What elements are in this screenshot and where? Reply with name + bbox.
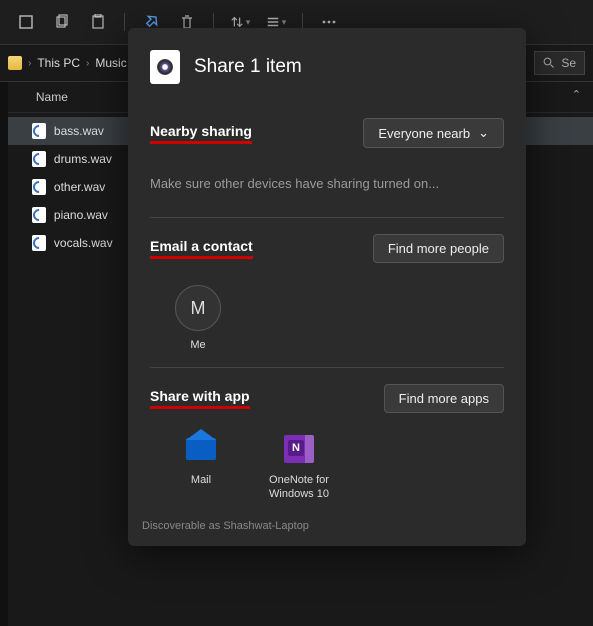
search-placeholder: Se bbox=[561, 56, 576, 70]
nearby-label: Nearby sharing bbox=[150, 123, 252, 144]
avatar: M bbox=[175, 285, 221, 331]
breadcrumb[interactable]: This PC › Music bbox=[37, 56, 126, 70]
breadcrumb-root[interactable]: This PC bbox=[37, 56, 80, 70]
find-apps-button[interactable]: Find more apps bbox=[384, 384, 504, 413]
share-header: Share 1 item bbox=[128, 28, 526, 102]
chevron-up-icon[interactable]: ⌃ bbox=[572, 88, 581, 101]
column-name[interactable]: Name bbox=[36, 90, 68, 104]
onenote-icon bbox=[284, 435, 314, 463]
nearby-dropdown-value: Everyone nearb bbox=[378, 126, 470, 141]
search-input[interactable]: Se bbox=[534, 51, 585, 75]
email-label: Email a contact bbox=[150, 238, 253, 259]
audio-file-icon bbox=[32, 151, 46, 167]
apps-section: Share with app Find more apps Mail OneNo… bbox=[128, 384, 526, 510]
file-name: other.wav bbox=[54, 180, 105, 194]
file-name: bass.wav bbox=[54, 124, 104, 138]
chevron-right-icon: › bbox=[28, 58, 31, 69]
audio-file-icon bbox=[32, 179, 46, 195]
new-icon[interactable] bbox=[12, 8, 40, 36]
audio-file-icon bbox=[32, 123, 46, 139]
share-item-icon bbox=[150, 50, 180, 84]
contact-tile[interactable]: M Me bbox=[168, 285, 228, 351]
mail-icon bbox=[186, 438, 216, 460]
nearby-section: Nearby sharing Everyone nearb ⌄ Make sur… bbox=[128, 118, 526, 191]
nearby-dropdown[interactable]: Everyone nearb ⌄ bbox=[363, 118, 504, 148]
search-icon bbox=[543, 57, 555, 69]
app-name: Mail bbox=[191, 473, 211, 487]
breadcrumb-folder[interactable]: Music bbox=[95, 56, 126, 70]
audio-file-icon bbox=[32, 235, 46, 251]
chevron-down-icon: ⌄ bbox=[478, 125, 489, 141]
audio-file-icon bbox=[32, 207, 46, 223]
sidebar-edge[interactable] bbox=[0, 82, 8, 626]
share-footer: Discoverable as Shashwat-Laptop bbox=[128, 510, 526, 532]
divider bbox=[124, 13, 125, 31]
divider bbox=[150, 217, 504, 218]
find-people-button[interactable]: Find more people bbox=[373, 234, 504, 263]
share-dialog: Share 1 item Nearby sharing Everyone nea… bbox=[128, 28, 526, 546]
app-tile-onenote[interactable]: OneNote for Windows 10 bbox=[260, 435, 338, 502]
apps-label: Share with app bbox=[150, 388, 250, 409]
app-name: OneNote for Windows 10 bbox=[260, 473, 338, 502]
paste-icon[interactable] bbox=[84, 8, 112, 36]
app-tile-mail[interactable]: Mail bbox=[162, 435, 240, 502]
share-title: Share 1 item bbox=[194, 56, 302, 78]
file-name: vocals.wav bbox=[54, 236, 113, 250]
copy-icon[interactable] bbox=[48, 8, 76, 36]
file-name: piano.wav bbox=[54, 208, 108, 222]
chevron-right-icon: › bbox=[86, 58, 89, 69]
email-section: Email a contact Find more people M Me bbox=[128, 234, 526, 351]
contact-name: Me bbox=[190, 339, 205, 351]
divider bbox=[150, 367, 504, 368]
folder-icon bbox=[8, 56, 22, 70]
nearby-hint: Make sure other devices have sharing tur… bbox=[150, 176, 504, 191]
file-name: drums.wav bbox=[54, 152, 112, 166]
